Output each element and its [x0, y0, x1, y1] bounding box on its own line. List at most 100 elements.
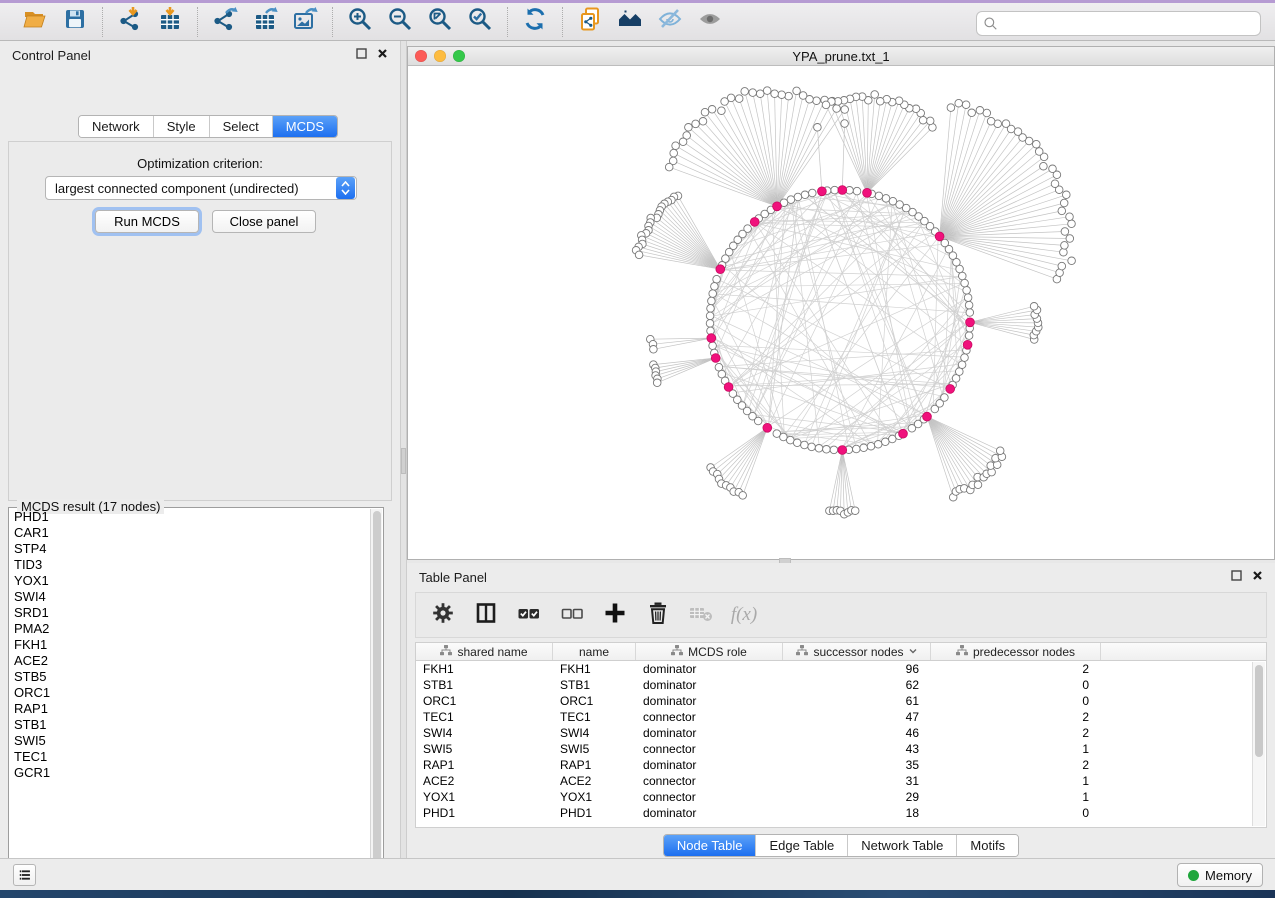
table-row[interactable]: PHD1PHD1dominator180 [416, 805, 1266, 821]
vertical-splitter[interactable] [400, 41, 407, 858]
tab-mcds[interactable]: MCDS [272, 116, 337, 137]
task-history-button[interactable] [13, 864, 36, 886]
table-cell[interactable]: STB1 [553, 677, 636, 693]
table-cell[interactable]: FKH1 [553, 661, 636, 677]
table-cell[interactable]: TEC1 [553, 709, 636, 725]
table-cell[interactable]: dominator [636, 677, 783, 693]
result-list-item[interactable]: SWI5 [10, 733, 370, 749]
table-cell[interactable]: 31 [783, 773, 931, 789]
table-cell[interactable]: RAP1 [416, 757, 553, 773]
table-cell[interactable]: 62 [783, 677, 931, 693]
delete-column-button[interactable] [645, 602, 671, 628]
columns-button[interactable] [473, 602, 499, 628]
result-list-item[interactable]: YOX1 [10, 573, 370, 589]
export-image-button[interactable] [290, 7, 320, 37]
search-input[interactable] [976, 11, 1261, 36]
import-table-button[interactable] [155, 7, 185, 37]
result-list-item[interactable]: SWI4 [10, 589, 370, 605]
table-cell[interactable]: SWI4 [553, 725, 636, 741]
first-neighbors-button[interactable] [615, 7, 645, 37]
memory-button[interactable]: Memory [1177, 863, 1263, 887]
result-list-item[interactable]: CAR1 [10, 525, 370, 541]
table-cell[interactable]: dominator [636, 725, 783, 741]
table-cell[interactable]: SWI5 [553, 741, 636, 757]
table-cell[interactable]: FKH1 [416, 661, 553, 677]
table-cell[interactable]: ORC1 [416, 693, 553, 709]
import-network-button[interactable] [115, 7, 145, 37]
result-list-item[interactable]: TEC1 [10, 749, 370, 765]
table-cell[interactable]: 0 [931, 805, 1101, 821]
tab-network[interactable]: Network [79, 116, 153, 137]
table-cell[interactable]: ORC1 [553, 693, 636, 709]
table-cell[interactable]: 61 [783, 693, 931, 709]
table-cell[interactable]: 2 [931, 709, 1101, 725]
table-cell[interactable]: 0 [931, 693, 1101, 709]
table-cell[interactable]: connector [636, 789, 783, 805]
table-row[interactable]: SWI4SWI4dominator462 [416, 725, 1266, 741]
network-graph[interactable] [408, 66, 1274, 559]
table-cell[interactable]: connector [636, 741, 783, 757]
table-cell[interactable]: connector [636, 709, 783, 725]
deselect-all-checks-button[interactable] [559, 602, 585, 628]
result-list-item[interactable]: FKH1 [10, 637, 370, 653]
table-cell[interactable]: ACE2 [416, 773, 553, 789]
refresh-button[interactable] [520, 7, 550, 37]
result-list-item[interactable]: PMA2 [10, 621, 370, 637]
optimization-criterion-select[interactable]: largest connected component (undirected) [45, 176, 357, 200]
table-cell[interactable]: 18 [783, 805, 931, 821]
result-list-item[interactable]: STB1 [10, 717, 370, 733]
save-session-button[interactable] [60, 7, 90, 37]
zoom-selected-button[interactable] [465, 7, 495, 37]
table-cell[interactable]: 96 [783, 661, 931, 677]
table-row[interactable]: FKH1FKH1dominator962 [416, 661, 1266, 677]
splitter-grip[interactable] [401, 448, 406, 474]
tab-network-table[interactable]: Network Table [847, 835, 956, 856]
table-row[interactable]: ACE2ACE2connector311 [416, 773, 1266, 789]
close-panel-button[interactable]: Close panel [212, 210, 316, 233]
result-list-item[interactable]: TID3 [10, 557, 370, 573]
column-header-name[interactable]: name [553, 643, 636, 660]
table-row[interactable]: SWI5SWI5connector431 [416, 741, 1266, 757]
table-cell[interactable]: PHD1 [416, 805, 553, 821]
zoom-fit-button[interactable] [425, 7, 455, 37]
table-cell[interactable]: 43 [783, 741, 931, 757]
table-cell[interactable]: SWI4 [416, 725, 553, 741]
table-cell[interactable]: TEC1 [416, 709, 553, 725]
column-header-shared-name[interactable]: shared name [416, 643, 553, 660]
network-window-titlebar[interactable]: YPA_prune.txt_1 [408, 47, 1274, 66]
mcds-result-list[interactable]: PHD1CAR1STP4TID3YOX1SWI4SRD1PMA2FKH1ACE2… [10, 509, 370, 877]
close-panel-icon[interactable] [377, 46, 388, 64]
table-cell[interactable]: 1 [931, 789, 1101, 805]
tab-select[interactable]: Select [209, 116, 272, 137]
table-cell[interactable]: 35 [783, 757, 931, 773]
zoom-out-button[interactable] [385, 7, 415, 37]
table-row[interactable]: ORC1ORC1dominator610 [416, 693, 1266, 709]
table-cell[interactable]: 46 [783, 725, 931, 741]
table-cell[interactable]: PHD1 [553, 805, 636, 821]
result-list-item[interactable]: STP4 [10, 541, 370, 557]
tab-motifs[interactable]: Motifs [956, 835, 1018, 856]
table-cell[interactable]: 2 [931, 725, 1101, 741]
float-table-panel-icon[interactable] [1231, 568, 1242, 586]
table-cell[interactable]: dominator [636, 757, 783, 773]
table-cell[interactable]: 47 [783, 709, 931, 725]
copy-share-button[interactable] [575, 7, 605, 37]
table-cell[interactable]: dominator [636, 661, 783, 677]
show-all-button[interactable] [695, 7, 725, 37]
table-cell[interactable]: connector [636, 773, 783, 789]
zoom-in-button[interactable] [345, 7, 375, 37]
result-list-scrollbar[interactable] [370, 509, 382, 877]
result-list-item[interactable]: SRD1 [10, 605, 370, 621]
table-cell[interactable]: dominator [636, 693, 783, 709]
gear-button[interactable] [430, 602, 456, 628]
table-scrollbar[interactable] [1252, 662, 1265, 826]
tab-style[interactable]: Style [153, 116, 209, 137]
run-mcds-button[interactable]: Run MCDS [95, 210, 199, 233]
table-cell[interactable]: dominator [636, 805, 783, 821]
network-canvas[interactable] [408, 66, 1274, 559]
table-row[interactable]: STB1STB1dominator620 [416, 677, 1266, 693]
result-list-item[interactable]: STB5 [10, 669, 370, 685]
column-header-predecessor-nodes[interactable]: predecessor nodes [931, 643, 1101, 660]
table-cell[interactable]: ACE2 [553, 773, 636, 789]
tab-edge-table[interactable]: Edge Table [755, 835, 847, 856]
